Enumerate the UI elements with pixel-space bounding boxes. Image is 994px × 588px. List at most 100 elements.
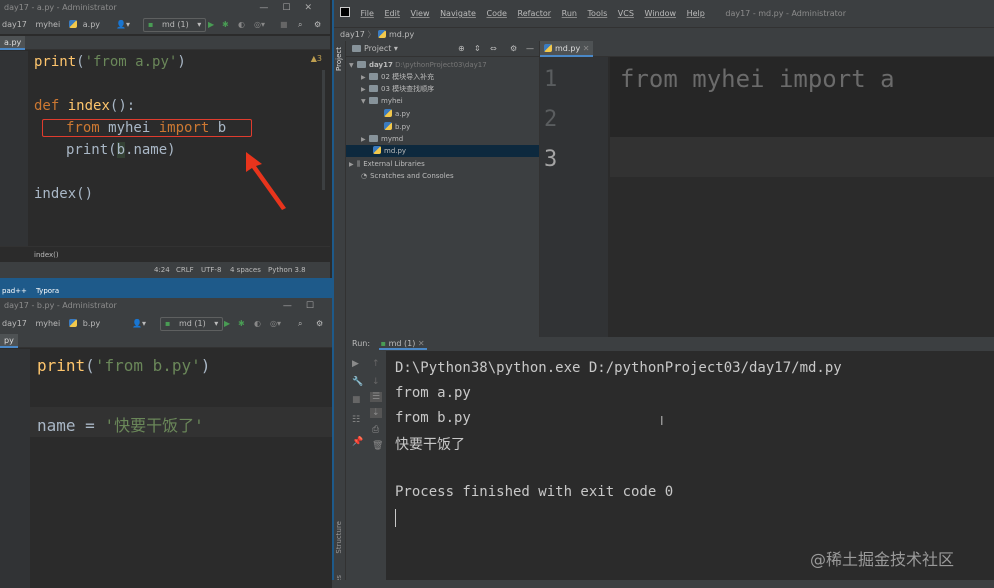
collapse-all-icon[interactable]: ⇔	[490, 41, 497, 57]
tab-b-py[interactable]: py	[0, 334, 18, 348]
debug-icon[interactable]: ✱	[238, 314, 245, 334]
editor-code-line[interactable]: from myhei import a	[620, 65, 895, 93]
breadcrumb-project[interactable]: day17	[340, 30, 365, 39]
tree-folder-02[interactable]: ▶ 02 模块导入补充	[346, 71, 539, 83]
profile-icon[interactable]: ◎▾	[254, 16, 265, 34]
folder-icon	[357, 61, 366, 68]
tree-folder-03[interactable]: ▶ 03 模块查找顺序	[346, 83, 539, 95]
tree-file-b[interactable]: b.py	[346, 121, 539, 133]
code-line-assign[interactable]: name = '快要干饭了'	[37, 412, 204, 436]
hide-icon[interactable]: —	[526, 41, 534, 57]
window-controls[interactable]: —☐	[283, 298, 328, 314]
tree-folder-mymd[interactable]: ▶ mymd	[346, 133, 539, 145]
search-icon[interactable]: ⌕	[298, 16, 302, 34]
window-controls[interactable]: —☐✕	[259, 0, 326, 16]
down-icon[interactable]: ↓	[372, 377, 380, 387]
code-line-1[interactable]: print('from b.py')	[37, 356, 210, 375]
taskbar-notepad[interactable]: pad++	[2, 287, 27, 295]
run-config-select[interactable]: ▪ md (1) ▾	[143, 18, 207, 32]
search-icon[interactable]: ⌕	[298, 314, 302, 334]
menu-file[interactable]: File	[361, 9, 374, 18]
taskbar-typora[interactable]: Typora	[36, 287, 59, 295]
locate-icon[interactable]: ⊕	[458, 41, 465, 57]
menu-help[interactable]: Help	[687, 9, 705, 18]
editor-breadcrumb[interactable]: index()	[0, 246, 330, 262]
caret-position[interactable]: 4:24	[154, 262, 170, 278]
tab-a-py[interactable]: a.py	[0, 36, 26, 50]
run-icon[interactable]: ▶	[208, 16, 214, 34]
tree-root[interactable]: ▼ day17 D:\pythonProject03\day17	[346, 59, 539, 71]
print-icon[interactable]: ⎙	[372, 425, 379, 435]
editor-scrollbar[interactable]	[322, 70, 325, 190]
menu-tools[interactable]: Tools	[588, 9, 608, 18]
nav-file[interactable]: a.py	[68, 20, 106, 29]
menu-view[interactable]: View	[411, 9, 430, 18]
coverage-icon[interactable]: ◐	[254, 314, 261, 334]
run-tab[interactable]: ▪ md (1) ✕	[378, 339, 427, 350]
breadcrumb-file[interactable]: md.py	[389, 30, 414, 39]
taskbar-strip: pad++ Typora	[0, 278, 332, 298]
user-icon[interactable]: 👤▾	[116, 16, 130, 34]
profile-icon[interactable]: ◎▾	[270, 314, 281, 334]
coverage-icon[interactable]: ◐	[238, 16, 245, 34]
close-tab-icon[interactable]: ✕	[583, 44, 590, 53]
layout-icon[interactable]: ☷	[352, 415, 360, 425]
settings-icon[interactable]: ⚙	[314, 16, 321, 34]
menu-refactor[interactable]: Refactor	[518, 9, 552, 18]
code-line-call[interactable]: index()	[34, 186, 93, 202]
menu-navigate[interactable]: Navigate	[440, 9, 476, 18]
left-top-tabbar: a.py	[0, 36, 330, 50]
python-file-icon	[68, 20, 77, 28]
tab-md-py[interactable]: md.py ✕	[540, 41, 594, 57]
run-config-select[interactable]: ▪ md (1) ▾	[160, 317, 224, 331]
tree-external-libraries[interactable]: ▶ ⫼ External Libraries	[346, 158, 539, 170]
code-line-print[interactable]: print(b.name)	[66, 142, 176, 158]
structure-tool-button[interactable]: Structure	[335, 521, 343, 554]
trash-icon[interactable]: 🗑	[372, 441, 383, 451]
soft-wrap-icon[interactable]: ☰	[370, 392, 383, 402]
gear-icon[interactable]: ⚙	[510, 41, 517, 57]
tree-file-a[interactable]: a.py	[346, 108, 539, 120]
nav-project[interactable]: day17	[2, 20, 27, 29]
scroll-end-icon[interactable]: ⇣	[370, 408, 382, 418]
python-interpreter[interactable]: Python 3.8	[268, 262, 306, 278]
tree-folder-myhei[interactable]: ▼ myhei	[346, 95, 539, 107]
debug-icon[interactable]: ✱	[222, 16, 229, 34]
indent-setting[interactable]: 4 spaces	[230, 262, 261, 278]
menu-edit[interactable]: Edit	[384, 9, 400, 18]
run-icon[interactable]: ▶	[224, 314, 230, 334]
project-panel: Project ▾ ⊕ ⇕ ⇔ ⚙ — ▼ day17 D:\pythonProj…	[346, 41, 539, 337]
rerun-icon[interactable]: ▶	[352, 359, 359, 369]
line-separator[interactable]: CRLF	[176, 262, 194, 278]
menu-code[interactable]: Code	[487, 9, 507, 18]
code-line-1[interactable]: print('from a.py')	[34, 54, 186, 70]
user-icon[interactable]: 👤▾	[132, 314, 146, 334]
tree-scratches[interactable]: ◔ Scratches and Consoles	[346, 170, 539, 182]
settings-icon[interactable]: ⚙	[316, 314, 323, 334]
tree-file-md[interactable]: md.py	[346, 145, 539, 157]
nav-folder[interactable]: myhei	[35, 20, 60, 29]
console-output-3: 快要干饭了	[395, 437, 465, 453]
editor-pane: md.py ✕ 1 2 3 from myhei import a	[539, 41, 994, 337]
file-encoding[interactable]: UTF-8	[201, 262, 221, 278]
menu-vcs[interactable]: VCS	[618, 9, 634, 18]
expand-all-icon[interactable]: ⇕	[474, 41, 481, 57]
console-finish: Process finished with exit code 0	[395, 484, 674, 500]
stop-icon[interactable]: ■	[280, 16, 288, 34]
menu-run[interactable]: Run	[562, 9, 577, 18]
right-breadcrumb: day17 〉 md.py	[334, 27, 994, 41]
console-caret[interactable]	[395, 509, 396, 527]
nav-project[interactable]: day17	[2, 319, 27, 328]
nav-folder[interactable]: myhei	[35, 319, 60, 328]
menu-window[interactable]: Window	[644, 9, 676, 18]
project-view-select[interactable]: Project	[364, 44, 391, 53]
nav-file[interactable]: b.py	[68, 319, 106, 328]
wrench-icon[interactable]: 🔧	[352, 377, 363, 387]
code-line-import[interactable]: from myhei import b	[66, 120, 226, 136]
project-tool-button[interactable]: Project	[335, 47, 343, 71]
code-line-def[interactable]: def index():	[34, 98, 135, 114]
up-icon[interactable]: ↑	[372, 359, 380, 369]
warnings-indicator[interactable]: ▲3	[311, 54, 322, 63]
pin-icon[interactable]: 📌	[352, 437, 363, 447]
stop-icon[interactable]: ■	[352, 395, 361, 405]
